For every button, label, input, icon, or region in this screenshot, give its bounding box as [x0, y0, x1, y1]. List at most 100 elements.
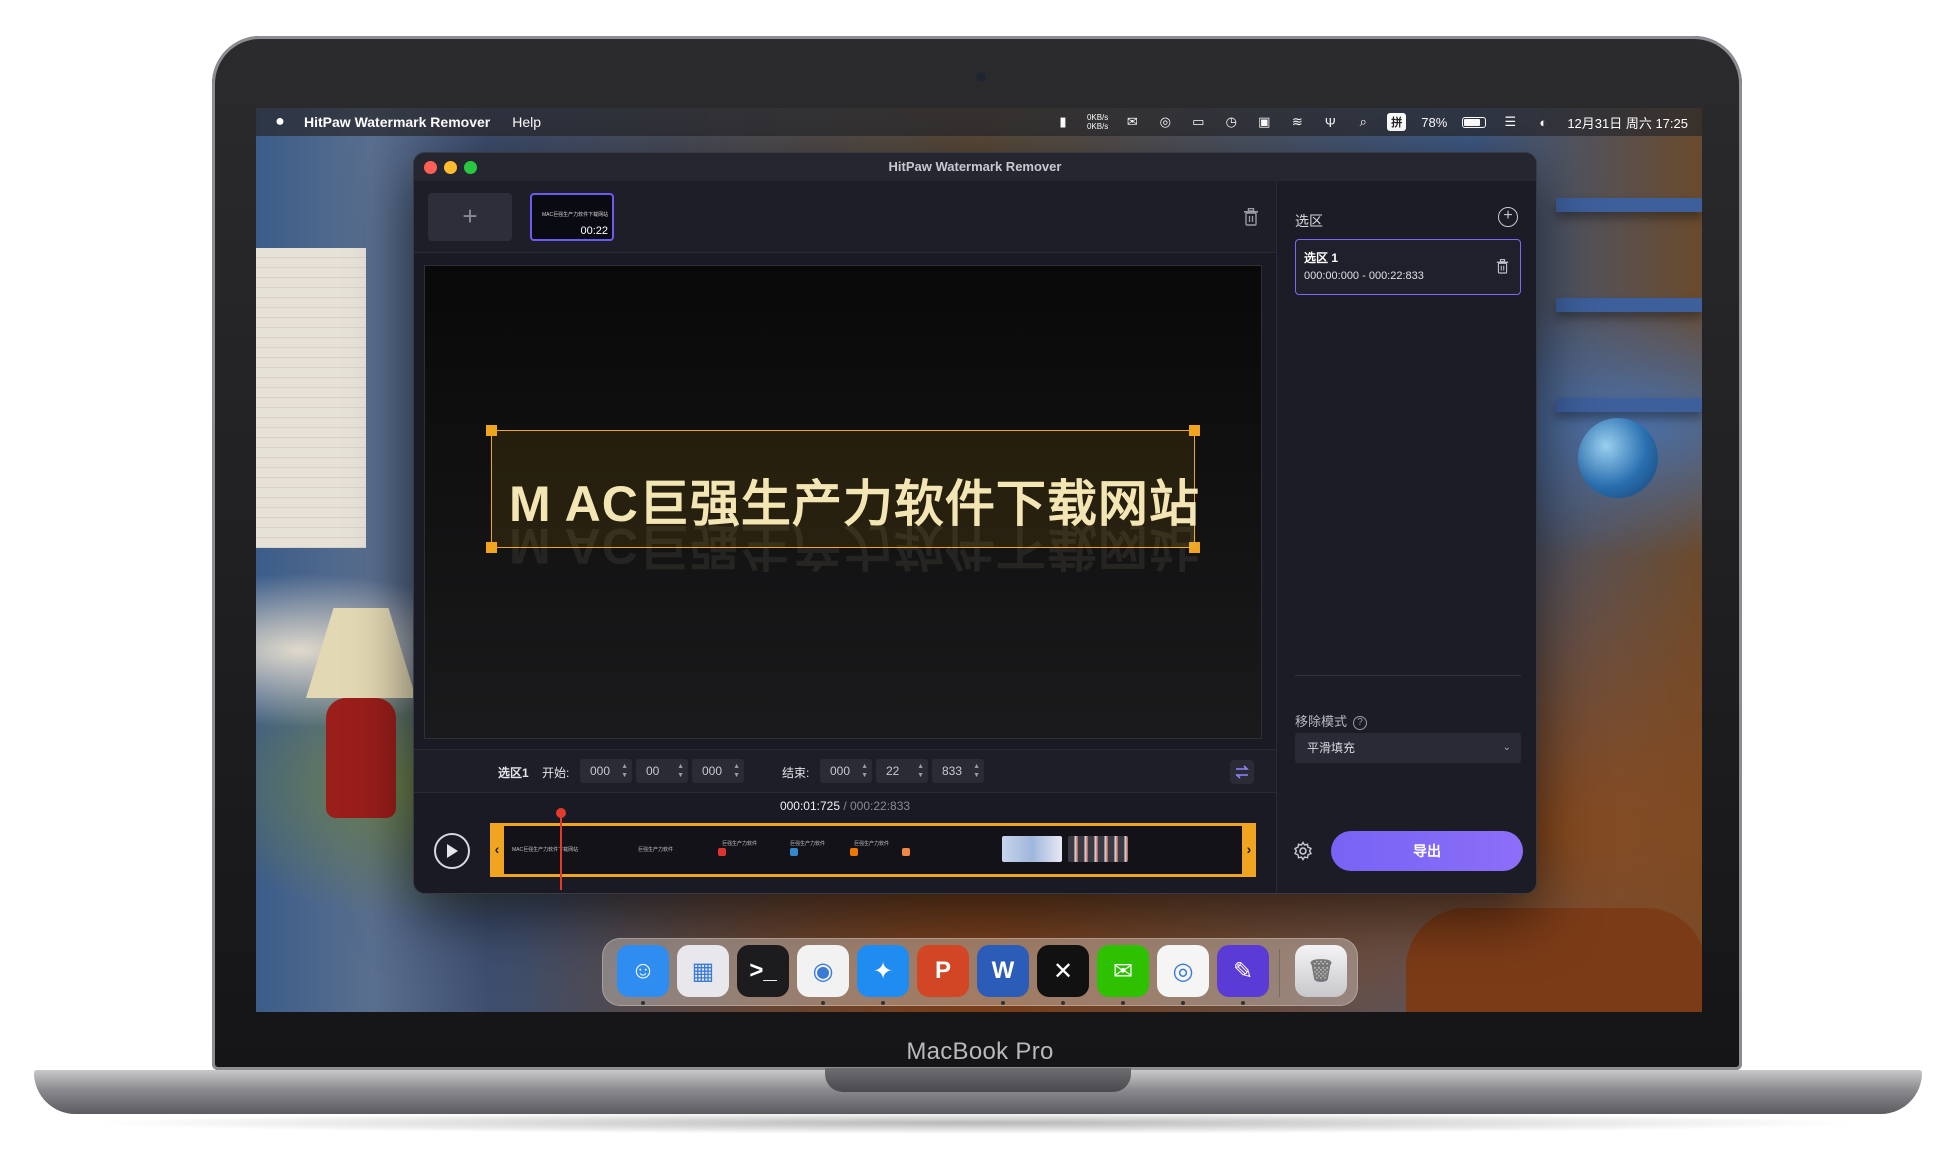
add-region-button[interactable]: +: [1498, 207, 1518, 227]
close-window-button[interactable]: [424, 161, 437, 174]
apple-menu-icon[interactable]: ●: [256, 113, 304, 131]
clock-app-icon[interactable]: ◷: [1222, 114, 1240, 130]
end-minutes-value: 000: [830, 764, 851, 778]
start-seconds-value: 00: [646, 764, 660, 778]
photo-app-icon[interactable]: ▣: [1255, 114, 1273, 130]
battery-percent[interactable]: 78%: [1421, 115, 1447, 130]
minimize-window-button[interactable]: [444, 161, 457, 174]
window-title: HitPaw Watermark Remover: [888, 159, 1062, 174]
search-icon[interactable]: ⌕: [1354, 114, 1372, 130]
trash-icon: [1244, 208, 1258, 226]
control-center-icon[interactable]: ☰: [1501, 114, 1519, 130]
start-minutes-value: 000: [590, 764, 611, 778]
stepper-arrows-icon[interactable]: ▲ ▼: [973, 762, 980, 780]
running-indicator: [1241, 1001, 1245, 1005]
safari-icon[interactable]: ✦: [857, 945, 909, 997]
end-minutes-stepper[interactable]: 000 ▲ ▼: [820, 759, 872, 783]
settings-button[interactable]: [1291, 839, 1315, 863]
start-ms-stepper[interactable]: 000 ▲ ▼: [692, 759, 744, 783]
screen-mirror-icon[interactable]: ▭: [1189, 114, 1207, 130]
activity-icon[interactable]: ▮: [1054, 114, 1072, 130]
delete-region-button[interactable]: [1494, 257, 1510, 275]
start-ms-value: 000: [702, 764, 723, 778]
menu-clock[interactable]: 12月31日 周六 17:25: [1567, 113, 1688, 132]
trash-icon: [1496, 258, 1508, 274]
start-label: 开始:: [542, 766, 570, 780]
battery-icon[interactable]: [1462, 116, 1487, 128]
playhead[interactable]: [556, 808, 566, 890]
capcut-icon[interactable]: ✕: [1037, 945, 1089, 997]
running-indicator: [1181, 1001, 1185, 1005]
removal-mode-label: 移除模式?: [1295, 711, 1368, 730]
delete-media-button[interactable]: [1240, 205, 1262, 229]
zoom-window-button[interactable]: [464, 161, 477, 174]
trash-icon[interactable]: 🗑: [1295, 945, 1347, 997]
menu-status-area: ▮ 0KB/s 0KB/s ✉ ◎ ▭ ◷ ▣ ≋ Ψ ⌕ 拼 78% ☰ ◐ …: [1054, 108, 1688, 136]
input-method-icon[interactable]: 拼: [1387, 113, 1407, 131]
network-speed[interactable]: 0KB/s 0KB/s: [1087, 113, 1108, 131]
removal-mode-text: 移除模式: [1295, 714, 1348, 729]
camera: [976, 72, 986, 82]
media-thumbnail[interactable]: MAC巨强生产力软件下载网站 00:22: [530, 193, 614, 241]
qq-icon[interactable]: ◎: [1157, 945, 1209, 997]
region-item[interactable]: 选区 1 000:00:000 - 000:22:833: [1295, 239, 1521, 295]
net-down: 0KB/s: [1086, 122, 1109, 131]
trim-handle-left[interactable]: ‹: [490, 823, 504, 877]
stepper-arrows-icon[interactable]: ▲ ▼: [733, 762, 740, 780]
video-preview[interactable]: M AC巨强生产力软件下载网站 M AC巨强生产力软件下载网站: [424, 265, 1262, 739]
thumbnail-duration: 00:22: [580, 225, 608, 237]
hitpaw-icon[interactable]: ✎: [1217, 945, 1269, 997]
resize-handle-bottom-left[interactable]: [486, 542, 497, 553]
qq-status-icon[interactable]: ◎: [1156, 114, 1174, 130]
play-button[interactable]: [434, 833, 470, 869]
end-ms-stepper[interactable]: 833 ▲ ▼: [932, 759, 984, 783]
fork-icon[interactable]: Ψ: [1321, 114, 1339, 130]
terminal-icon[interactable]: >_: [737, 945, 789, 997]
timeline-frame-caption: MAC巨强生产力软件下载网站: [512, 847, 579, 853]
apply-time-button[interactable]: [1230, 760, 1254, 784]
help-icon[interactable]: ?: [1353, 715, 1368, 730]
watermark-reflection: M AC巨强生产力软件下载网站: [509, 518, 1200, 574]
removal-mode-select[interactable]: 平滑填充 ⌄: [1295, 733, 1521, 763]
powerpoint-icon[interactable]: P: [917, 945, 969, 997]
timeline-track[interactable]: ‹ › MAC巨强生产力软件下载网站 巨强生产力软件 巨强生产力软件 巨强生产力…: [490, 808, 1256, 890]
launchpad-icon[interactable]: ▦: [677, 945, 729, 997]
start-minutes-stepper[interactable]: 000 ▲ ▼: [580, 759, 632, 783]
wifi-icon[interactable]: ≋: [1288, 114, 1306, 130]
chrome-icon[interactable]: ◉: [797, 945, 849, 997]
trim-handle-right[interactable]: ›: [1242, 823, 1256, 877]
menu-bar: ● HitPaw Watermark Remover Help ▮ 0KB/s …: [256, 108, 1702, 136]
wallpaper-window-blind: [256, 248, 366, 548]
resize-handle-top-right[interactable]: [1189, 425, 1200, 436]
wechat-status-icon[interactable]: ✉: [1123, 114, 1141, 130]
play-icon: [447, 844, 458, 858]
timeline-frame-thumb: [1068, 836, 1128, 862]
stepper-arrows-icon[interactable]: ▲ ▼: [621, 762, 628, 780]
running-indicator: [881, 1001, 885, 1005]
wallpaper-chair: [1406, 908, 1702, 1012]
end-ms-value: 833: [942, 764, 963, 778]
thumbnail-caption: MAC巨强生产力软件下载网站: [542, 212, 609, 218]
stepper-arrows-icon[interactable]: ▲ ▼: [917, 762, 924, 780]
add-media-button[interactable]: +: [428, 193, 512, 241]
start-seconds-stepper[interactable]: 00 ▲ ▼: [636, 759, 688, 783]
finder-icon[interactable]: ☺: [617, 945, 669, 997]
menu-help[interactable]: Help: [512, 114, 541, 130]
wallpaper-lamp-base: [326, 698, 396, 818]
region-name: 选区 1: [1304, 251, 1339, 265]
timeline-frame-thumb: [902, 848, 910, 856]
siri-icon[interactable]: ◐: [1534, 114, 1552, 130]
stepper-arrows-icon[interactable]: ▲ ▼: [677, 762, 684, 780]
timeline-frame-caption: 巨强生产力软件: [790, 841, 826, 847]
word-icon[interactable]: W: [977, 945, 1029, 997]
wallpaper-shelf: [1556, 398, 1702, 412]
menu-app-name[interactable]: HitPaw Watermark Remover: [304, 114, 490, 130]
running-indicator: [1061, 1001, 1065, 1005]
wallpaper-lamp: [306, 608, 416, 698]
export-button[interactable]: 导出: [1331, 831, 1523, 871]
end-seconds-stepper[interactable]: 22 ▲ ▼: [876, 759, 928, 783]
stepper-arrows-icon[interactable]: ▲ ▼: [861, 762, 868, 780]
resize-handle-top-left[interactable]: [486, 425, 497, 436]
timeline-frame-caption: 巨强生产力软件: [638, 847, 674, 853]
wechat-icon[interactable]: ✉: [1097, 945, 1149, 997]
